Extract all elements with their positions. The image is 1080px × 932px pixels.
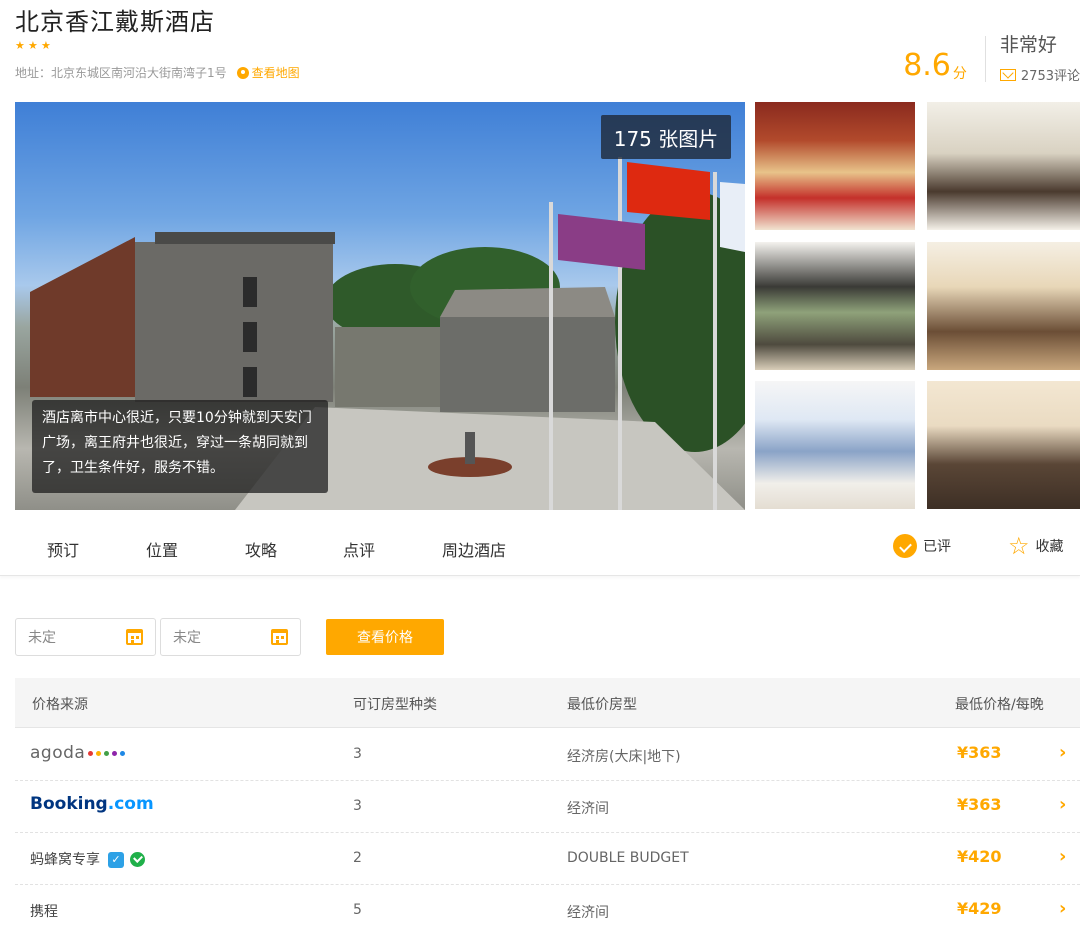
- thumbnail-photo[interactable]: [755, 242, 915, 370]
- source-mafengwo: 蚂蜂窝专享 ✓: [30, 849, 145, 869]
- divider: [984, 36, 986, 82]
- hotel-address: 地址：北京东城区南河沿大街南湾子1号: [15, 66, 227, 80]
- rated-button[interactable]: 已评: [893, 534, 951, 558]
- room-type: DOUBLE BUDGET: [567, 850, 689, 866]
- room-count: 5: [353, 902, 362, 918]
- price: ¥429: [957, 899, 1002, 918]
- chevron-right-icon[interactable]: ›: [1059, 742, 1066, 763]
- review-caption: 酒店离市中心很近，只要10分钟就到天安门广场，离王府井也很近，穿过一条胡同就到了…: [32, 400, 328, 493]
- app-badge-icon: ✓: [108, 852, 124, 868]
- rating-unit: 分: [952, 66, 967, 82]
- rated-label: 已评: [923, 539, 951, 555]
- calendar-icon[interactable]: [271, 629, 288, 645]
- room-type: 经济间: [567, 801, 609, 817]
- chevron-right-icon[interactable]: ›: [1059, 846, 1066, 867]
- address-row: 地址：北京东城区南河沿大街南湾子1号 查看地图: [15, 64, 300, 81]
- review-count-link[interactable]: 2753评论: [999, 65, 1080, 84]
- map-pin-icon: [236, 66, 249, 79]
- checkout-date-field[interactable]: 未定: [160, 618, 301, 656]
- checkin-value: 未定: [28, 630, 56, 646]
- view-map-label: 查看地图: [251, 66, 300, 80]
- table-row[interactable]: 蚂蜂窝专享 ✓ 2 DOUBLE BUDGET ¥420 ›: [15, 833, 1080, 885]
- price: ¥363: [957, 743, 1002, 762]
- rated-icon: [893, 534, 917, 558]
- checkin-date-field[interactable]: 未定: [15, 618, 156, 656]
- photo-count-badge[interactable]: 175 张图片: [601, 115, 731, 159]
- price-table-header: 价格来源 可订房型种类 最低价房型 最低价格/每晚: [15, 678, 1080, 728]
- price: ¥363: [957, 795, 1002, 814]
- star-outline-icon: ☆: [1008, 532, 1030, 560]
- header-source: 价格来源: [32, 697, 88, 713]
- room-count: 3: [353, 798, 362, 814]
- verified-badge-icon: [130, 852, 145, 867]
- price: ¥420: [957, 847, 1002, 866]
- favorite-label: 收藏: [1035, 539, 1064, 555]
- star-rating: ★ ★ ★: [15, 40, 53, 52]
- room-count: 3: [353, 746, 362, 762]
- booking-logo: Booking.com: [30, 794, 154, 814]
- table-row[interactable]: agoda 3 经济房(大床|地下) ¥363 ›: [15, 729, 1080, 781]
- thumbnail-photo[interactable]: [755, 381, 915, 509]
- star-icon: ★: [15, 39, 25, 52]
- source-name: agoda: [30, 743, 86, 763]
- thumbnail-photo[interactable]: [927, 381, 1080, 509]
- nav-tab-location[interactable]: 位置: [146, 537, 178, 561]
- source-name: 蚂蜂窝专享: [30, 852, 100, 868]
- header-room-count: 可订房型种类: [353, 697, 437, 713]
- rating-score: 8.6: [903, 48, 951, 83]
- view-map-link[interactable]: 查看地图: [236, 64, 300, 81]
- chevron-right-icon[interactable]: ›: [1059, 794, 1066, 815]
- rating-word: 非常好: [999, 34, 1057, 56]
- hotel-title: 北京香江戴斯酒店: [15, 8, 215, 36]
- check-price-button[interactable]: 查看价格: [326, 619, 444, 655]
- checkout-value: 未定: [173, 630, 201, 646]
- favorite-button[interactable]: ☆ 收藏: [1008, 534, 1064, 558]
- thumbnail-photo[interactable]: [927, 102, 1080, 230]
- thumbnail-photo[interactable]: [927, 242, 1080, 370]
- agoda-logo: agoda: [30, 743, 126, 763]
- room-count: 2: [353, 850, 362, 866]
- header-lowest-price: 最低价格/每晚: [955, 697, 1044, 713]
- source-ctrip: 携程: [30, 904, 58, 920]
- thumbnail-photo[interactable]: [755, 102, 915, 230]
- table-row[interactable]: 携程 5 经济间 ¥429 ›: [15, 885, 1080, 932]
- table-row[interactable]: Booking.com 3 经济间 ¥363 ›: [15, 781, 1080, 833]
- section-nav: 预订 位置 攻略 点评 周边酒店 已评 ☆ 收藏: [0, 520, 1080, 576]
- calendar-icon[interactable]: [126, 629, 143, 645]
- score-box: 8.6 分 非常好 2753评论: [903, 30, 1080, 84]
- chevron-right-icon[interactable]: ›: [1059, 898, 1066, 919]
- review-count: 2753评论: [1020, 69, 1080, 84]
- agoda-dots: [88, 750, 126, 756]
- nav-tab-reviews[interactable]: 点评: [343, 537, 375, 561]
- star-icon: ★: [28, 39, 38, 52]
- nav-tab-guide[interactable]: 攻略: [245, 537, 277, 561]
- nav-tab-nearby-hotels[interactable]: 周边酒店: [442, 537, 506, 561]
- star-icon: ★: [41, 39, 51, 52]
- header-room-type: 最低价房型: [567, 697, 637, 713]
- message-icon: [999, 68, 1016, 81]
- room-type: 经济房(大床|地下): [567, 749, 681, 765]
- room-type: 经济间: [567, 905, 609, 921]
- nav-tab-booking[interactable]: 预订: [47, 537, 79, 561]
